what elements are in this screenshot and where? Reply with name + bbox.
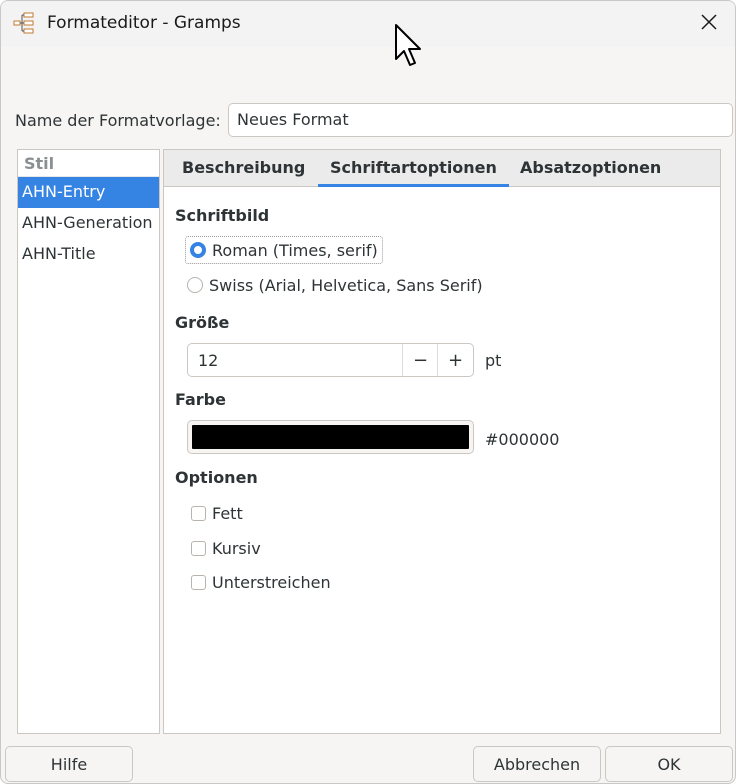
increment-button[interactable]: + — [437, 344, 473, 376]
checkbox-icon — [191, 505, 206, 521]
radio-roman-label: Roman (Times, serif) — [212, 240, 378, 260]
color-heading: Farbe — [175, 390, 226, 409]
mouse-pointer-icon — [394, 23, 424, 69]
tab-bar: Beschreibung Schriftartoptionen Absatzop… — [164, 150, 720, 187]
window-title: Formateditor - Gramps — [47, 13, 241, 33]
gramps-tree-icon — [13, 12, 39, 34]
format-name-row: Name der Formatvorlage: Neues Format — [15, 103, 733, 137]
decrement-button[interactable]: − — [402, 344, 438, 376]
radio-button-icon — [187, 277, 203, 293]
size-unit-label: pt — [485, 351, 502, 370]
format-name-label: Name der Formatvorlage: — [15, 111, 221, 130]
options-heading: Optionen — [175, 468, 258, 487]
style-list-item[interactable]: AHN-Title — [18, 239, 159, 270]
style-list-item[interactable]: AHN-Generation — [18, 208, 159, 239]
options-notebook: Beschreibung Schriftartoptionen Absatzop… — [163, 149, 721, 734]
format-editor-window: Formateditor - Gramps Name der Formatvor… — [0, 0, 736, 784]
checkbox-italic-label: Kursiv — [212, 538, 261, 558]
tab-absatzoptionen[interactable]: Absatzoptionen — [508, 150, 673, 187]
help-button[interactable]: Hilfe — [5, 746, 133, 782]
close-icon — [701, 14, 717, 34]
radio-roman[interactable]: Roman (Times, serif) — [185, 236, 383, 264]
radio-swiss-label: Swiss (Arial, Helvetica, Sans Serif) — [209, 275, 483, 295]
font-size-value[interactable]: 12 — [198, 351, 218, 370]
checkbox-bold-label: Fett — [212, 503, 243, 523]
checkbox-underline[interactable]: Unterstreichen — [191, 570, 331, 594]
style-list: Stil AHN-Entry AHN-Generation AHN-Title — [17, 149, 160, 734]
checkbox-italic[interactable]: Kursiv — [191, 536, 261, 560]
color-picker-button[interactable] — [187, 420, 474, 454]
color-hex-label: #000000 — [485, 430, 560, 449]
ok-button[interactable]: OK — [605, 746, 733, 782]
titlebar: Formateditor - Gramps — [1, 1, 735, 47]
radio-swiss[interactable]: Swiss (Arial, Helvetica, Sans Serif) — [187, 271, 483, 299]
typeface-heading: Schriftbild — [175, 206, 270, 225]
cancel-button[interactable]: Abbrechen — [473, 746, 601, 782]
close-button[interactable] — [691, 7, 727, 41]
checkbox-underline-label: Unterstreichen — [212, 572, 331, 592]
checkbox-bold[interactable]: Fett — [191, 501, 243, 525]
style-list-item[interactable]: AHN-Entry — [18, 177, 159, 208]
font-size-spinbutton[interactable]: 12 − + — [187, 343, 474, 377]
tab-beschreibung[interactable]: Beschreibung — [170, 150, 317, 187]
checkbox-icon — [191, 574, 206, 590]
color-swatch — [192, 425, 469, 449]
radio-button-icon — [190, 242, 206, 258]
tab-schriftartoptionen[interactable]: Schriftartoptionen — [318, 150, 509, 187]
checkbox-icon — [191, 540, 206, 556]
size-heading: Größe — [175, 313, 230, 332]
format-name-input[interactable]: Neues Format — [228, 103, 733, 137]
style-list-header[interactable]: Stil — [18, 150, 159, 177]
